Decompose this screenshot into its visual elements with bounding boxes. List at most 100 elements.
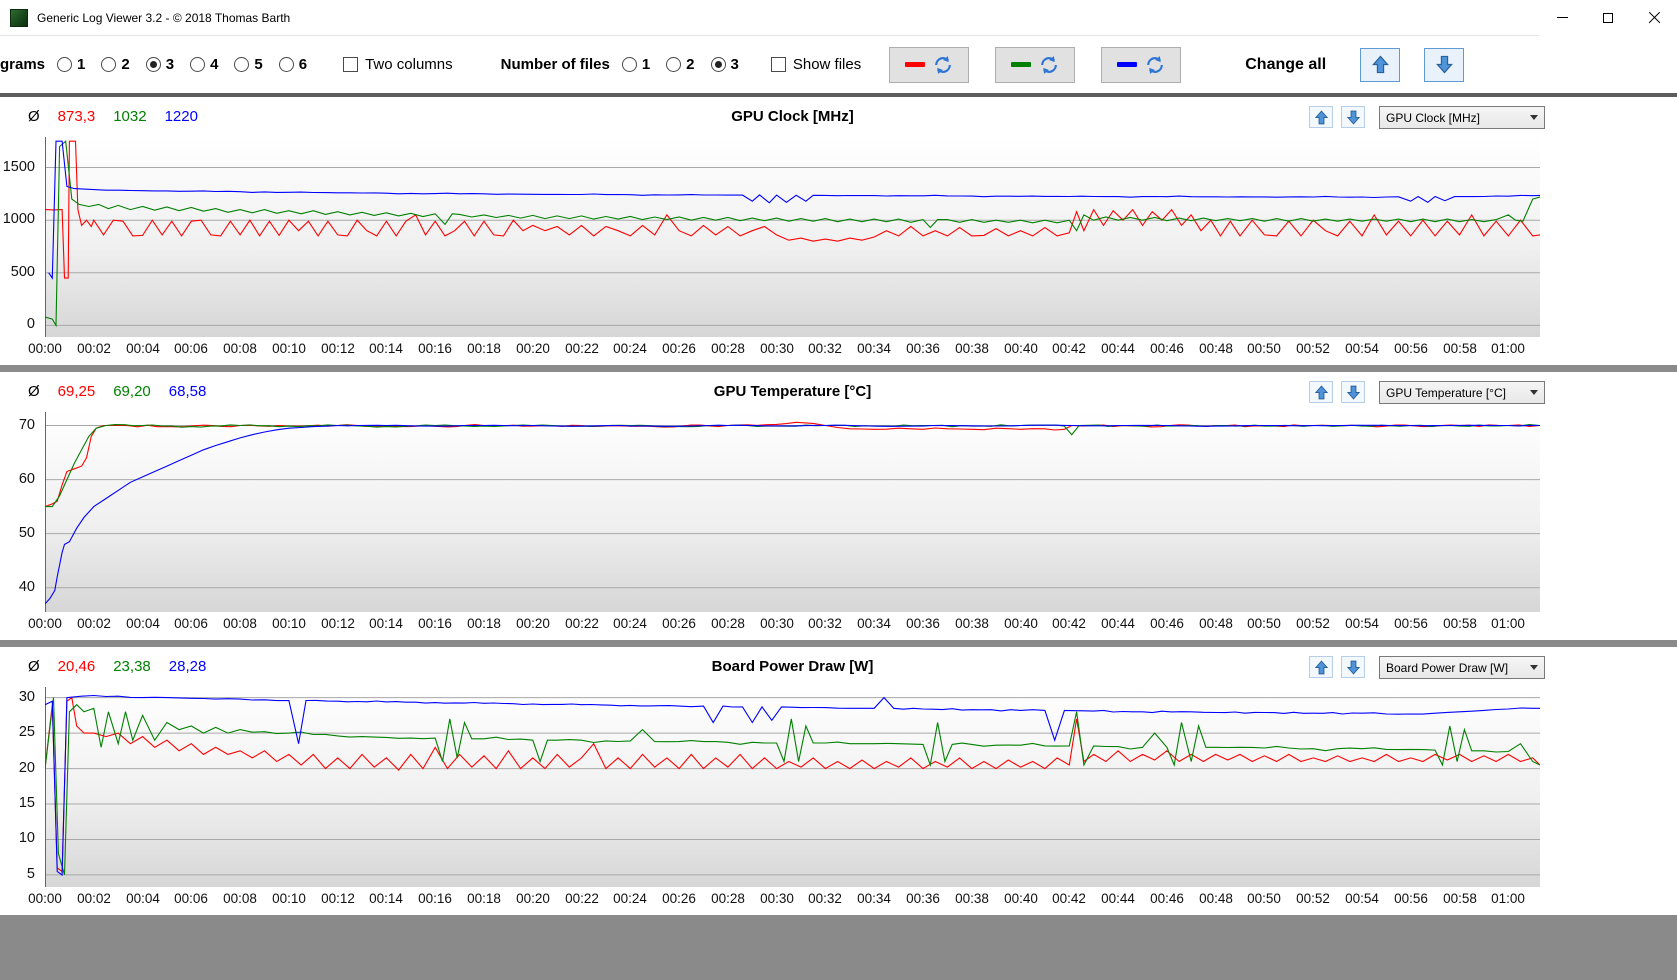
radio-icon[interactable]	[57, 57, 72, 72]
file2-color-refresh-button[interactable]	[995, 47, 1075, 83]
radio-diagrams-6[interactable]: 6	[279, 56, 307, 73]
metric-dropdown-value: Board Power Draw [W]	[1386, 661, 1508, 675]
two-columns-label: Two columns	[365, 56, 453, 73]
radio-diagrams-5[interactable]: 5	[234, 56, 262, 73]
radio-label: 2	[686, 56, 694, 73]
x-tick-label: 00:08	[223, 341, 257, 356]
radio-files-3[interactable]: 3	[711, 56, 739, 73]
file1-color-dash-icon	[905, 62, 925, 67]
chart-plot-area[interactable]	[45, 687, 1540, 887]
x-tick-label: 00:04	[126, 341, 160, 356]
x-tick-label: 00:18	[467, 341, 501, 356]
avg-symbol: Ø	[28, 108, 40, 125]
radio-diagrams-4[interactable]: 4	[190, 56, 218, 73]
two-columns-checkbox[interactable]: Two columns	[343, 56, 453, 73]
chevron-down-icon	[1530, 390, 1538, 395]
y-tick-label: 40	[19, 579, 35, 595]
radio-icon[interactable]	[190, 57, 205, 72]
x-tick-label: 00:18	[467, 616, 501, 631]
radio-icon[interactable]	[234, 57, 249, 72]
y-tick-label: 1500	[3, 159, 35, 175]
panel-move-up-button[interactable]	[1309, 381, 1333, 403]
chart-svg	[45, 137, 1540, 337]
metric-dropdown[interactable]: Board Power Draw [W]	[1379, 656, 1545, 679]
y-tick-label: 20	[19, 760, 35, 776]
x-tick-label: 00:58	[1443, 341, 1477, 356]
x-tick-label: 00:42	[1052, 616, 1086, 631]
radio-icon[interactable]	[146, 57, 161, 72]
radio-files-2[interactable]: 2	[666, 56, 694, 73]
change-all-down-button[interactable]	[1424, 48, 1464, 82]
radio-files-1[interactable]: 1	[622, 56, 650, 73]
radio-label: 2	[121, 56, 129, 73]
x-tick-label: 00:52	[1296, 616, 1330, 631]
x-tick-label: 00:16	[418, 616, 452, 631]
x-tick-label: 00:00	[28, 341, 62, 356]
close-icon	[1648, 11, 1661, 24]
metric-dropdown[interactable]: GPU Clock [MHz]	[1379, 106, 1545, 129]
x-tick-label: 00:32	[808, 616, 842, 631]
radio-icon[interactable]	[101, 57, 116, 72]
file-count-radios: 1 23	[622, 56, 739, 73]
title-bar: Generic Log Viewer 3.2 - © 2018 Thomas B…	[0, 0, 1677, 36]
x-tick-label: 00:04	[126, 616, 160, 631]
file1-color-refresh-button[interactable]	[889, 47, 969, 83]
file3-color-refresh-button[interactable]	[1101, 47, 1181, 83]
x-tick-label: 00:02	[77, 616, 111, 631]
close-button[interactable]	[1631, 0, 1677, 36]
arrow-down-icon	[1346, 660, 1361, 675]
x-tick-label: 00:26	[662, 616, 696, 631]
change-all-label: Change all	[1245, 56, 1326, 74]
x-tick-label: 00:36	[906, 341, 940, 356]
x-tick-label: 00:44	[1101, 891, 1135, 906]
panel-move-up-button[interactable]	[1309, 106, 1333, 128]
y-axis-labels: 51015202530	[0, 687, 41, 887]
panel-move-down-button[interactable]	[1341, 656, 1365, 678]
panel-move-up-button[interactable]	[1309, 656, 1333, 678]
chart-plot-area[interactable]	[45, 412, 1540, 612]
minimize-button[interactable]	[1539, 0, 1585, 36]
checkbox-icon[interactable]	[343, 57, 358, 72]
radio-diagrams-2[interactable]: 2	[101, 56, 129, 73]
metric-dropdown-value: GPU Temperature [°C]	[1386, 386, 1506, 400]
x-tick-label: 00:34	[857, 891, 891, 906]
x-tick-label: 00:46	[1150, 616, 1184, 631]
x-tick-label: 00:30	[760, 341, 794, 356]
x-tick-label: 00:08	[223, 891, 257, 906]
arrow-down-icon	[1346, 110, 1361, 125]
checkbox-icon[interactable]	[771, 57, 786, 72]
x-tick-label: 00:00	[28, 616, 62, 631]
x-tick-label: 00:42	[1052, 891, 1086, 906]
x-tick-label: 00:48	[1199, 616, 1233, 631]
x-tick-label: 00:58	[1443, 616, 1477, 631]
panel-gpu-clock: Ø 873,3 1032 1220 GPU Clock [MHz] GPU Cl…	[0, 97, 1677, 365]
arrow-down-icon	[1346, 385, 1361, 400]
x-tick-label: 00:36	[906, 616, 940, 631]
radio-icon[interactable]	[711, 57, 726, 72]
panel-board-power: Ø 20,46 23,38 28,28 Board Power Draw [W]…	[0, 647, 1677, 915]
x-tick-label: 00:40	[1004, 891, 1038, 906]
x-tick-label: 00:54	[1345, 891, 1379, 906]
x-tick-label: 00:44	[1101, 341, 1135, 356]
x-tick-label: 00:38	[955, 616, 989, 631]
x-tick-label: 00:48	[1199, 341, 1233, 356]
avg-symbol: Ø	[28, 658, 40, 675]
show-files-checkbox[interactable]: Show files	[771, 56, 861, 73]
arrow-up-icon	[1314, 385, 1329, 400]
change-all-up-button[interactable]	[1360, 48, 1400, 82]
panel-move-down-button[interactable]	[1341, 106, 1365, 128]
radio-icon[interactable]	[622, 57, 637, 72]
radio-label: 3	[166, 56, 174, 73]
x-tick-label: 00:24	[613, 616, 647, 631]
radio-icon[interactable]	[279, 57, 294, 72]
chart-plot-area[interactable]	[45, 137, 1540, 337]
metric-dropdown[interactable]: GPU Temperature [°C]	[1379, 381, 1545, 404]
panel-move-down-button[interactable]	[1341, 381, 1365, 403]
radio-icon[interactable]	[666, 57, 681, 72]
radio-diagrams-3[interactable]: 3	[146, 56, 174, 73]
maximize-button[interactable]	[1585, 0, 1631, 36]
x-tick-label: 00:12	[321, 891, 355, 906]
radio-diagrams-1[interactable]: 1	[57, 56, 85, 73]
chevron-down-icon	[1530, 115, 1538, 120]
x-tick-label: 00:20	[516, 616, 550, 631]
